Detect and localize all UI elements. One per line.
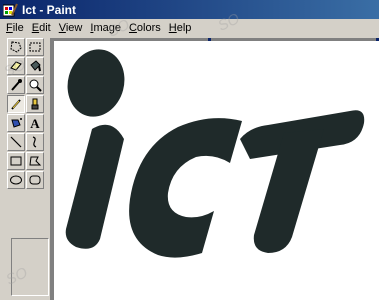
menu-edit-rest: dit: [39, 22, 51, 34]
eraser-icon: [10, 61, 22, 71]
paint-app-icon: [3, 3, 18, 16]
rounded-rectangle-icon: [29, 175, 41, 185]
menu-colors-rest: olors: [136, 22, 161, 34]
line-tool[interactable]: [7, 133, 25, 151]
rectangle-tool[interactable]: [7, 152, 25, 170]
polygon-tool[interactable]: [26, 152, 44, 170]
rounded-rectangle-tool[interactable]: [26, 171, 44, 189]
brush-tool[interactable]: [26, 95, 44, 113]
window-title: Ict - Paint: [22, 2, 77, 17]
select-tool[interactable]: [26, 38, 44, 56]
pencil-icon: [11, 99, 21, 110]
logo-i-dot: [67, 49, 125, 117]
magnifier-icon: [29, 79, 42, 92]
tool-options-box[interactable]: [11, 238, 49, 296]
airbrush-tool[interactable]: [7, 114, 25, 132]
brush-icon: [31, 98, 39, 110]
menu-edit-key: E: [31, 22, 40, 34]
menu-file-rest: ile: [12, 22, 24, 34]
tool-box: A: [5, 38, 49, 300]
menu-file[interactable]: File: [0, 22, 28, 34]
menu-file-key: F: [6, 22, 13, 34]
menu-image[interactable]: Image: [86, 22, 125, 34]
menu-help-rest: elp: [176, 22, 192, 34]
menu-view-key: V: [58, 22, 66, 34]
menu-view-rest: iew: [65, 22, 83, 34]
pencil-tool[interactable]: [7, 95, 25, 113]
curve-icon: [32, 136, 37, 148]
menu-image-rest: mage: [93, 22, 121, 34]
free-form-select-tool[interactable]: [7, 38, 25, 56]
canvas-resize-handle-top[interactable]: [208, 38, 211, 41]
curve-tool[interactable]: [26, 133, 44, 151]
polygon-icon: [29, 156, 42, 166]
logo-i-stem: [65, 124, 124, 249]
airbrush-icon: [11, 118, 22, 128]
text-icon: A: [30, 115, 40, 131]
fill-bucket-icon: [30, 60, 41, 72]
pick-color-tool[interactable]: [7, 76, 25, 94]
eraser-tool[interactable]: [7, 57, 25, 75]
rectangle-icon: [10, 156, 22, 166]
free-form-select-icon: [10, 41, 22, 53]
fill-tool[interactable]: [26, 57, 44, 75]
ellipse-icon: [10, 175, 22, 185]
menu-edit[interactable]: Edit: [28, 22, 55, 34]
pick-color-icon: [11, 79, 22, 91]
work-area: [50, 38, 379, 300]
menu-view[interactable]: View: [55, 22, 87, 34]
drawing-canvas[interactable]: [54, 41, 379, 300]
line-icon: [10, 136, 22, 148]
ellipse-tool[interactable]: [7, 171, 25, 189]
logo-c: [129, 118, 242, 258]
menu-colors-key: C: [128, 22, 137, 34]
select-icon: [29, 42, 41, 52]
menu-help-key: H: [168, 22, 177, 34]
menu-help[interactable]: Help: [165, 22, 196, 34]
title-bar[interactable]: Ict - Paint: [0, 0, 379, 19]
menu-colors[interactable]: Colors: [125, 22, 165, 34]
text-tool[interactable]: A: [26, 114, 44, 132]
ict-logo-artwork: [65, 49, 365, 258]
menu-bar: File Edit View Image Colors Help: [0, 19, 379, 37]
magnifier-tool[interactable]: [26, 76, 44, 94]
